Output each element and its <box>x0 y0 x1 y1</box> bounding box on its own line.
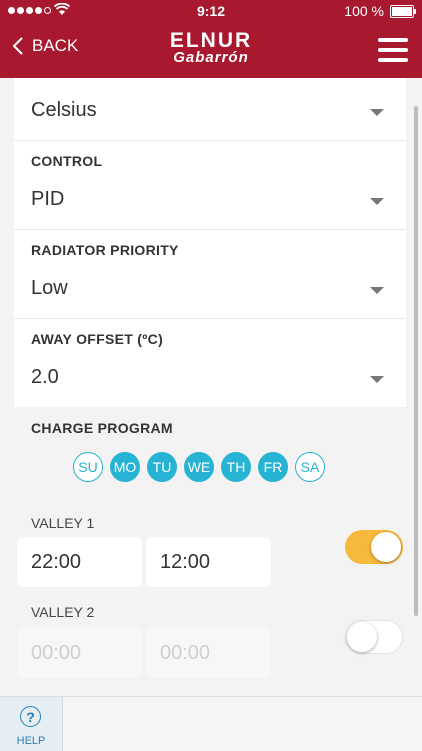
settings-content: Celsius CONTROL PID RADIATOR PRIORITY Lo… <box>0 78 422 696</box>
caret-down-icon <box>370 376 384 383</box>
control-label: CONTROL <box>31 153 103 169</box>
day-toggle-we[interactable]: WE <box>184 452 214 482</box>
valley-1-toggle[interactable] <box>345 530 403 564</box>
day-toggle-fr[interactable]: FR <box>258 452 288 482</box>
valley-1-start-time[interactable]: 22:00 <box>17 537 142 587</box>
status-bar: 9:12 100 % <box>0 0 422 22</box>
divider <box>14 229 406 230</box>
away-offset-select[interactable]: 2.0 <box>14 351 406 407</box>
day-toggle-sa[interactable]: SA <box>295 452 325 482</box>
help-button[interactable]: ? HELP <box>0 697 63 751</box>
brand-logo: ELNUR Gabarrón <box>0 29 422 66</box>
divider <box>14 140 406 141</box>
valley-2-end-time[interactable]: 00:00 <box>146 628 271 678</box>
valley-1-end-time[interactable]: 12:00 <box>146 537 271 587</box>
valley-2-start-time[interactable]: 00:00 <box>17 628 142 678</box>
valley-2-toggle[interactable] <box>345 620 403 654</box>
radiator-priority-label: RADIATOR PRIORITY <box>31 242 179 258</box>
help-label: HELP <box>16 735 46 747</box>
control-value: PID <box>31 188 65 210</box>
day-toggle-su[interactable]: SU <box>73 452 103 482</box>
day-selector: SU MO TU WE TH FR SA <box>73 452 325 482</box>
toggle-knob <box>347 622 377 652</box>
control-select[interactable]: PID <box>14 173 406 229</box>
battery-icon <box>390 5 416 18</box>
bottom-bar: ? HELP <box>0 696 422 751</box>
logo-text-secondary: Gabarrón <box>173 49 249 66</box>
caret-down-icon <box>370 109 384 116</box>
divider <box>14 318 406 319</box>
radiator-priority-value: Low <box>31 277 68 299</box>
toggle-knob <box>371 532 401 562</box>
day-toggle-tu[interactable]: TU <box>147 452 177 482</box>
radiator-priority-select[interactable]: Low <box>14 262 406 318</box>
hamburger-menu-icon[interactable] <box>378 38 408 62</box>
away-offset-label: AWAY OFFSET (ºC) <box>31 331 164 347</box>
help-icon: ? <box>20 706 41 727</box>
caret-down-icon <box>370 198 384 205</box>
valley-2-label: VALLEY 2 <box>31 604 95 620</box>
units-select[interactable]: Celsius <box>14 84 406 140</box>
away-offset-value: 2.0 <box>31 366 59 388</box>
day-toggle-mo[interactable]: MO <box>110 452 140 482</box>
day-toggle-th[interactable]: TH <box>221 452 251 482</box>
battery-percentage: 100 % <box>344 3 384 19</box>
charge-program-label: CHARGE PROGRAM <box>31 420 173 436</box>
nav-bar: BACK ELNUR Gabarrón <box>0 22 422 78</box>
logo-text-primary: ELNUR <box>169 29 253 52</box>
units-value: Celsius <box>31 99 97 121</box>
caret-down-icon <box>370 287 384 294</box>
valley-1-label: VALLEY 1 <box>31 515 95 531</box>
scrollbar[interactable] <box>414 106 418 616</box>
